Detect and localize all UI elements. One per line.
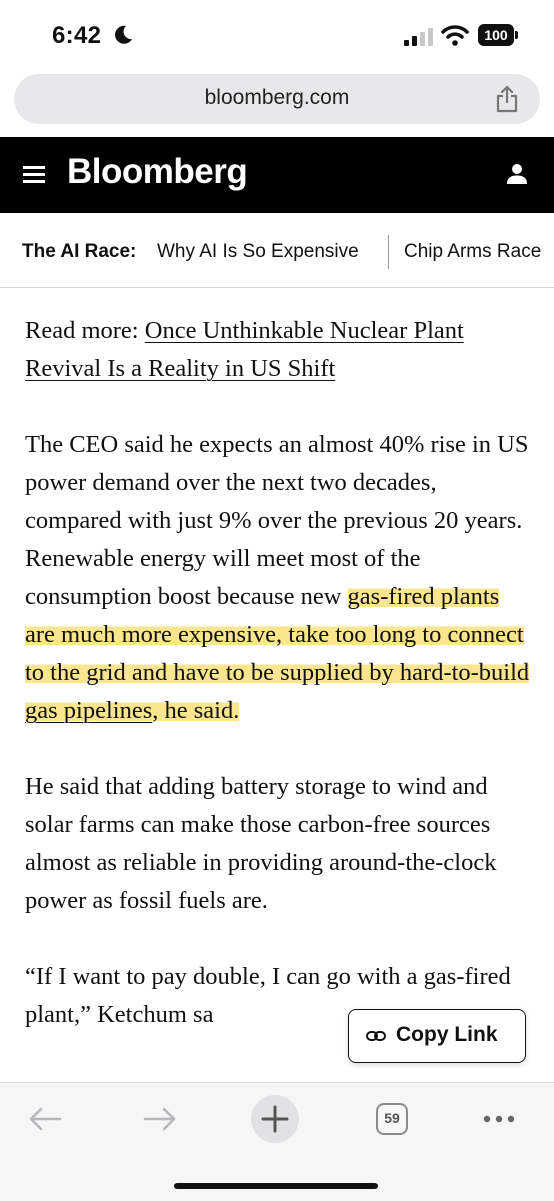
- signal-icon: [404, 28, 433, 46]
- user-icon[interactable]: [506, 163, 528, 185]
- plus-icon: [261, 1105, 289, 1133]
- copy-link-button[interactable]: Copy Link: [348, 1009, 526, 1063]
- back-arrow-icon[interactable]: [28, 1105, 62, 1133]
- read-more-prefix: Read more:: [25, 317, 145, 344]
- article-paragraph: The CEO said he expects an almost 40% ri…: [25, 426, 530, 730]
- address-bar[interactable]: bloomberg.com: [14, 74, 540, 124]
- read-more-paragraph: Read more: Once Unthinkable Nuclear Plan…: [25, 312, 530, 388]
- status-time: 6:42: [52, 22, 102, 49]
- tab-count-button[interactable]: 59: [376, 1103, 408, 1135]
- highlighted-text-part: , he said.: [152, 697, 240, 724]
- article-body: Read more: Once Unthinkable Nuclear Plan…: [25, 312, 530, 1072]
- article-paragraph: He said that adding battery storage to w…: [25, 773, 497, 914]
- home-indicator: [174, 1183, 378, 1189]
- forward-arrow-icon[interactable]: [143, 1105, 177, 1133]
- battery-level: 100: [478, 24, 514, 46]
- brand-logo[interactable]: Bloomberg: [67, 152, 248, 192]
- wifi-icon: [441, 25, 469, 46]
- ticker-item[interactable]: Why AI Is So Expensive: [157, 241, 359, 263]
- gas-pipelines-link[interactable]: gas pipelines: [25, 697, 152, 724]
- ticker-label: The AI Race:: [22, 241, 137, 262]
- copy-link-label: Copy Link: [396, 1023, 498, 1046]
- url-text[interactable]: bloomberg.com: [14, 86, 540, 110]
- link-icon: [366, 1031, 386, 1041]
- ticker-item[interactable]: Chip Arms Race: [404, 241, 541, 263]
- hamburger-menu-icon[interactable]: [23, 164, 45, 184]
- site-header: Bloomberg: [0, 137, 554, 213]
- more-dots-icon[interactable]: [482, 1113, 516, 1125]
- ticker-divider: [388, 235, 389, 269]
- moon-icon: [115, 25, 132, 44]
- status-bar: 6:42 100: [0, 0, 554, 70]
- topic-ticker: The AI Race: Why AI Is So Expensive Chip…: [0, 213, 554, 288]
- battery-indicator: 100: [478, 24, 520, 46]
- new-tab-button[interactable]: [251, 1095, 299, 1143]
- share-icon[interactable]: [495, 85, 519, 113]
